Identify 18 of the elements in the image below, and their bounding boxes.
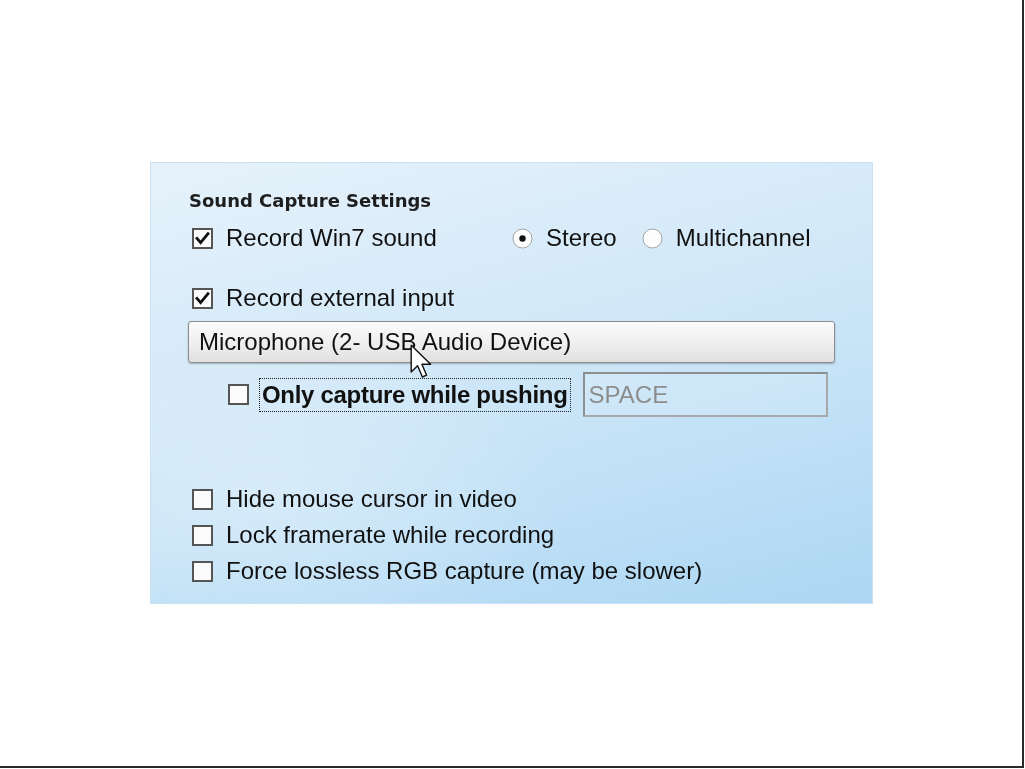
checkbox-label[interactable]: Record external input [226,284,455,312]
checkbox-label[interactable]: Record Win7 sound [226,224,437,252]
section-title: Sound Capture Settings [189,189,432,213]
checkbox[interactable] [192,524,213,546]
radio-label[interactable]: Stereo [546,224,617,252]
checkbox-label[interactable]: Force lossless RGB capture (may be slower) [226,557,703,585]
checkbox-label[interactable]: Only capture while pushing [259,377,571,412]
device-dropdown[interactable]: Microphone (2- USB Audio Device) [188,321,835,363]
checkbox-label[interactable]: Hide mouse cursor in video [226,485,517,513]
checkbox[interactable] [192,227,213,249]
radio-label[interactable]: Multichannel [675,224,811,252]
checkbox[interactable] [192,488,213,510]
checkbox-label[interactable]: Lock framerate while recording [226,521,555,549]
checkbox[interactable] [228,384,249,405]
checkbox[interactable] [192,560,213,582]
radio-button[interactable] [512,227,533,249]
radio-button[interactable] [641,227,663,249]
checkbox[interactable] [192,287,213,309]
